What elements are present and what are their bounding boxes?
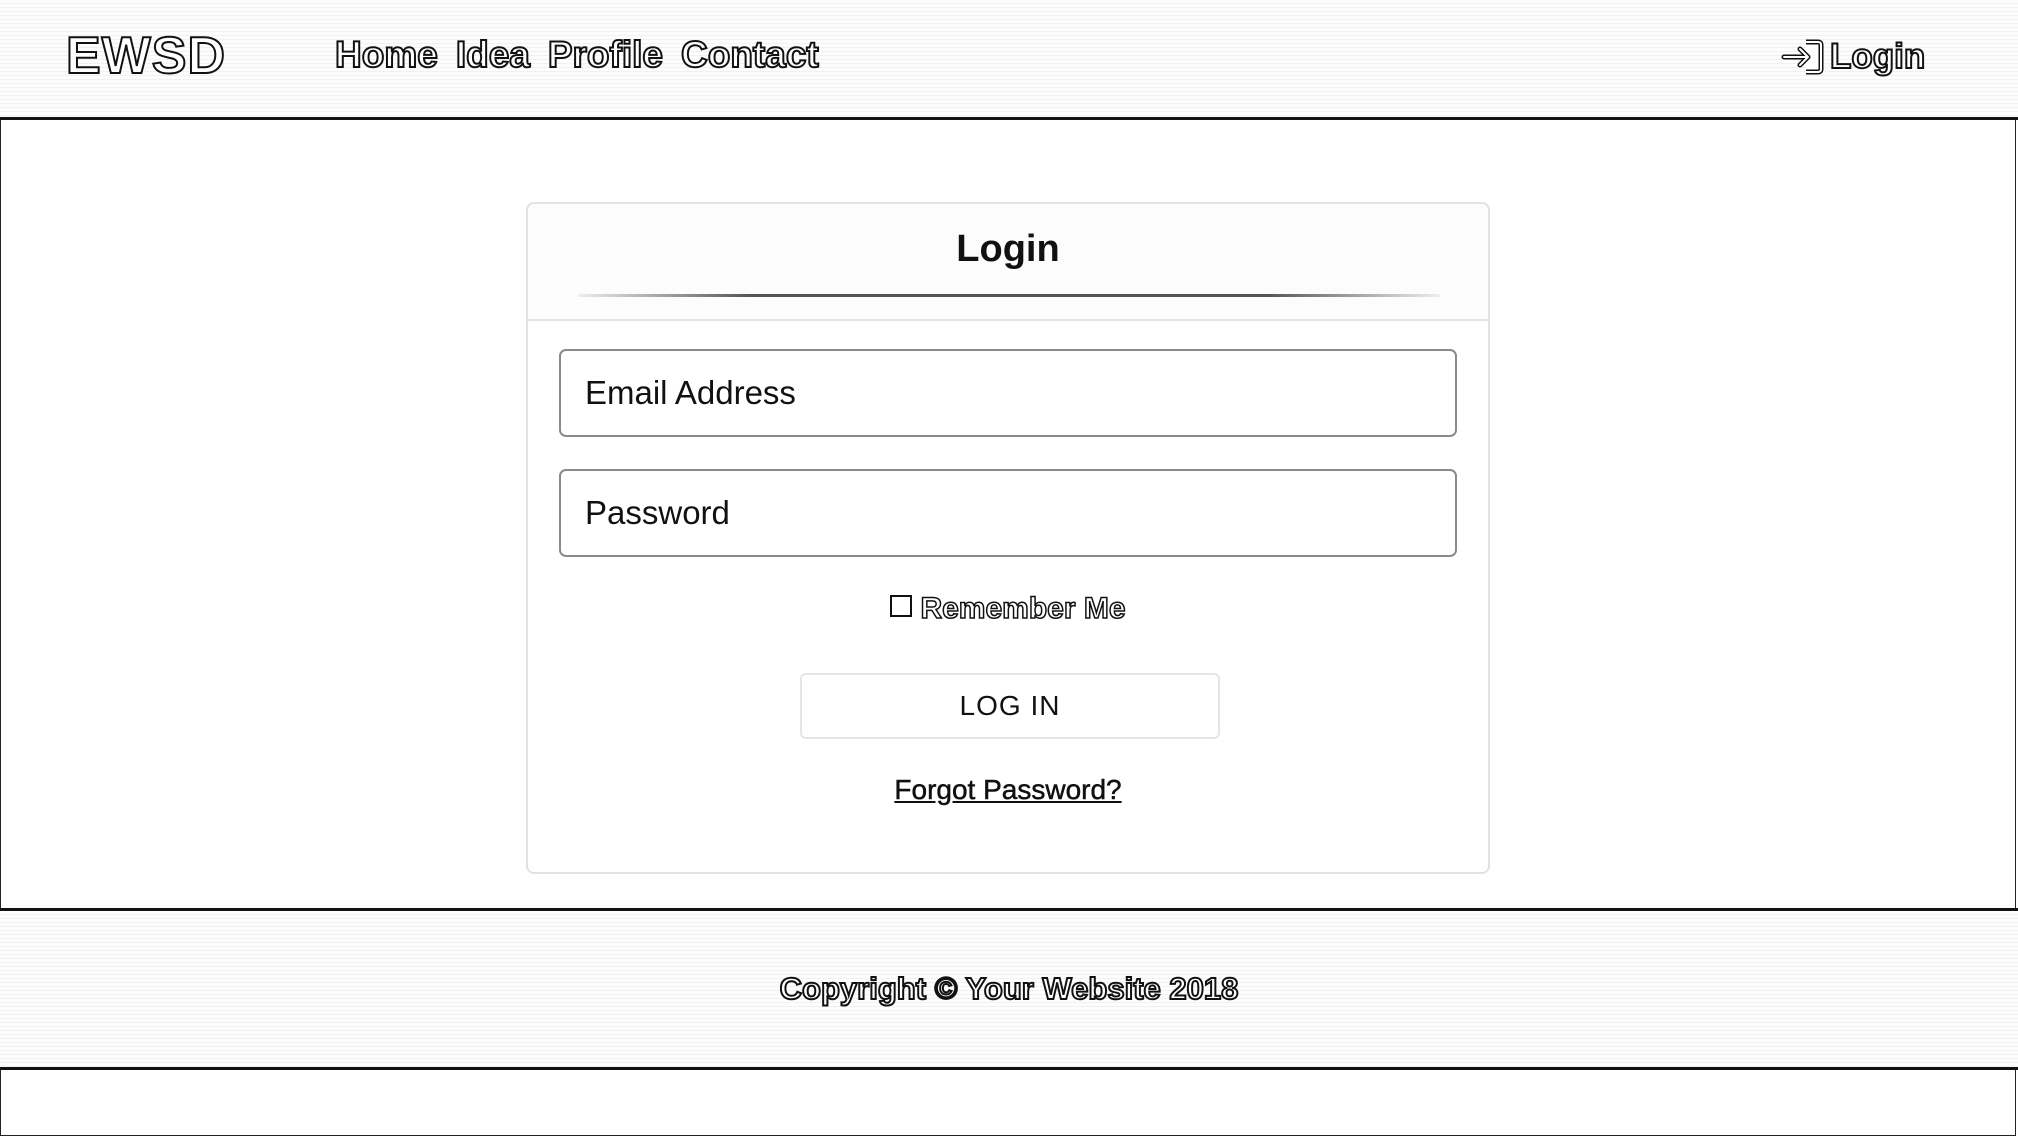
nav-link-profile[interactable]: Profile [547, 33, 664, 76]
nav-link-contact[interactable]: Contact [680, 33, 820, 76]
login-card: Login Remember Me LOG IN Forgot Password… [526, 202, 1490, 874]
nav-login-link[interactable]: Login [1780, 36, 1926, 78]
email-field[interactable] [559, 349, 1457, 437]
copyright-text: Copyright © Your Website 2018 [779, 970, 1240, 1007]
nav-link-home[interactable]: Home [334, 33, 439, 76]
top-navbar: EWSD Home Idea Profile Contact Login [0, 0, 2018, 120]
forgot-password-link[interactable]: Forgot Password? [894, 774, 1122, 806]
password-field[interactable] [559, 469, 1457, 557]
sign-in-icon [1781, 39, 1824, 75]
remember-me-row: Remember Me [528, 591, 1488, 626]
main-nav: Home Idea Profile Contact [334, 33, 820, 76]
forgot-password-row: Forgot Password? [528, 774, 1488, 806]
nav-link-idea[interactable]: Idea [455, 33, 531, 76]
title-divider [578, 294, 1440, 297]
remember-me-label[interactable]: Remember Me [920, 591, 1127, 626]
login-title: Login [956, 228, 1060, 270]
remember-me-checkbox[interactable] [890, 595, 913, 617]
login-submit-button[interactable]: LOG IN [800, 673, 1220, 739]
nav-login-label: Login [1829, 36, 1926, 77]
page-footer: Copyright © Your Website 2018 [0, 908, 2018, 1070]
login-card-header: Login [528, 204, 1488, 321]
brand-logo[interactable]: EWSD [65, 26, 226, 86]
